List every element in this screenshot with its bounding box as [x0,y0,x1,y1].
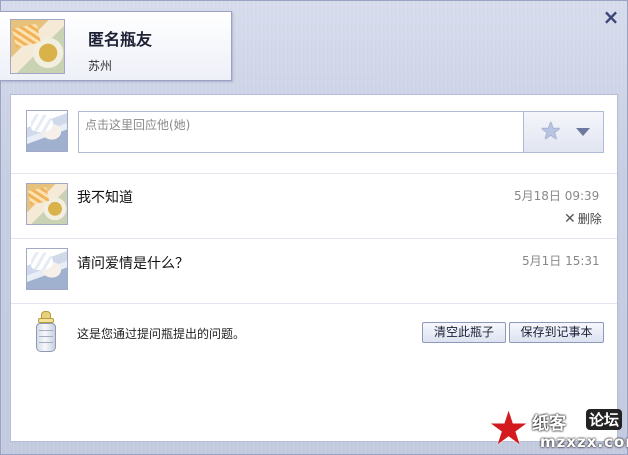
close-icon[interactable]: × [600,6,622,28]
profile-city: 苏州 [88,59,113,73]
watermark-domain: mzxzx.com [540,433,628,451]
watermark-forum: 论坛 [586,409,623,430]
chevron-down-icon [576,128,590,136]
x-icon: ✕ [564,211,576,227]
divider [11,303,617,304]
divider [11,173,617,174]
message-avatar[interactable] [26,248,68,290]
clear-bottle-button[interactable]: 清空此瓶子 [422,322,506,343]
conversation-panel: ★ 我不知道 5月18日 09:39 ✕删除 请问爱情是什么？ 5月1日 15:… [10,94,618,442]
save-to-notebook-button[interactable]: 保存到记事本 [509,322,604,343]
delete-button[interactable]: ✕ 删除 [564,210,602,227]
bottle-note: 这是您通过提问瓶提出的问题。 [77,327,246,341]
delete-label: 删除 [577,212,602,226]
divider [11,238,617,239]
message-time: 5月1日 15:31 [522,254,600,268]
watermark-brand: 纸客 [532,414,566,434]
message-text: 请问爱情是什么？ [77,256,189,272]
my-avatar [26,110,68,152]
reply-input[interactable] [79,112,523,138]
emoji-button[interactable]: ★ [523,112,603,152]
profile-card: 匿名瓶友 苏州 [0,11,232,81]
message-time: 5月18日 09:39 [514,189,600,203]
baby-bottle-icon [35,311,57,353]
profile-name: 匿名瓶友 [88,30,153,49]
reply-box: ★ [78,111,604,153]
message-text: 我不知道 [77,190,133,206]
avatar[interactable] [10,19,65,74]
red-star-logo: ★ [488,401,530,455]
message-avatar[interactable] [26,183,68,225]
site-watermark: ★ 纸客 论坛 mzxzx.com [488,405,628,455]
star-wand-icon: ★ [540,117,562,145]
